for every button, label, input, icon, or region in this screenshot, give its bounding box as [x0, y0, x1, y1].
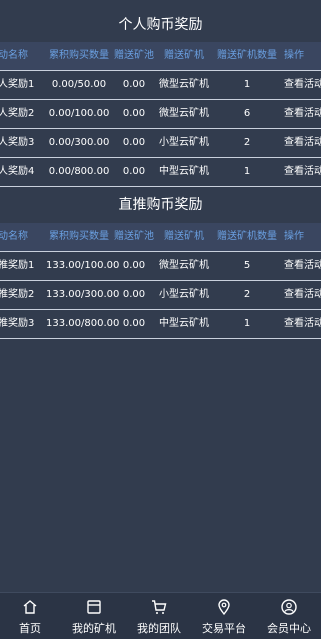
cumulative-amount: 0.00/100.00	[48, 108, 110, 119]
view-activity-link[interactable]: 查看活动	[282, 310, 321, 338]
miner-type: 中型云矿机	[159, 318, 209, 329]
view-activity-link[interactable]: 查看活动	[282, 252, 321, 280]
header-cumulative: 累积购买数量	[49, 50, 109, 61]
nav-member-center-label: 会员中心	[267, 622, 311, 635]
nav-my-miners-label: 我的矿机	[72, 622, 116, 635]
cumulative-amount: 133.00/800.00	[46, 318, 120, 329]
header-miner-count: 赠送矿机数量	[217, 231, 277, 242]
header-pool: 赠送矿池	[114, 50, 154, 61]
section-title-personal: 个人购币奖励	[118, 17, 203, 33]
location-icon	[218, 599, 230, 615]
nav-member-center[interactable]: 会员中心	[257, 593, 321, 639]
miner-type: 小型云矿机	[159, 289, 209, 300]
miner-count: 5	[243, 260, 251, 271]
activity-name: 个人奖励3	[0, 137, 35, 148]
referral-reward-table: 活动名称 累积购买数量 赠送矿池 赠送矿机 赠送矿机数量 操作 直推奖励1 13…	[0, 223, 321, 339]
miner-type: 中型云矿机	[159, 166, 209, 177]
activity-name: 直推奖励3	[0, 318, 35, 329]
activity-name: 直推奖励2	[0, 289, 35, 300]
cumulative-amount: 0.00/50.00	[51, 79, 107, 90]
store-icon	[87, 600, 101, 614]
miner-type: 微型云矿机	[159, 260, 209, 271]
personal-reward-table: 活动名称 累积购买数量 赠送矿池 赠送矿机 赠送矿机数量 操作 个人奖励1 0.…	[0, 42, 321, 187]
table-row: 个人奖励1 0.00/50.00 0.00 微型云矿机 1 查看活动	[0, 70, 321, 99]
pool-amount: 0.00	[122, 79, 146, 90]
header-miner-count: 赠送矿机数量	[217, 50, 277, 61]
pool-amount: 0.00	[122, 108, 146, 119]
activity-name: 直推奖励1	[0, 260, 35, 271]
pool-amount: 0.00	[122, 260, 146, 271]
header-activity-name: 活动名称	[0, 50, 28, 61]
view-activity-link[interactable]: 查看活动	[282, 281, 321, 309]
nav-my-team-label: 我的团队	[137, 622, 181, 635]
miner-type: 微型云矿机	[159, 79, 209, 90]
header-miner: 赠送矿机	[164, 50, 204, 61]
miner-count: 6	[243, 108, 251, 119]
miner-type: 小型云矿机	[159, 137, 209, 148]
pool-amount: 0.00	[122, 137, 146, 148]
cumulative-amount: 0.00/300.00	[48, 137, 110, 148]
header-pool: 赠送矿池	[114, 231, 154, 242]
cart-icon	[152, 600, 167, 614]
activity-name: 个人奖励2	[0, 108, 35, 119]
nav-my-miners[interactable]: 我的矿机	[62, 593, 126, 639]
pool-amount: 0.00	[122, 166, 146, 177]
miner-count: 2	[243, 137, 251, 148]
header-action: 操作	[284, 50, 304, 61]
table-header: 活动名称 累积购买数量 赠送矿池 赠送矿机 赠送矿机数量 操作	[0, 223, 321, 251]
cumulative-amount: 133.00/300.00	[46, 289, 120, 300]
table-row: 直推奖励1 133.00/100.00 0.00 微型云矿机 5 查看活动	[0, 251, 321, 280]
nav-home-label: 首页	[19, 622, 41, 635]
table-row: 个人奖励3 0.00/300.00 0.00 小型云矿机 2 查看活动	[0, 128, 321, 157]
nav-my-team[interactable]: 我的团队	[127, 593, 191, 639]
miner-type: 微型云矿机	[159, 108, 209, 119]
pool-amount: 0.00	[122, 318, 146, 329]
table-row: 个人奖励4 0.00/800.00 0.00 中型云矿机 1 查看活动	[0, 157, 321, 187]
table-row: 直推奖励2 133.00/300.00 0.00 小型云矿机 2 查看活动	[0, 280, 321, 309]
home-icon	[23, 600, 37, 614]
miner-count: 1	[243, 166, 251, 177]
nav-trade-platform-label: 交易平台	[202, 622, 246, 635]
user-icon	[281, 599, 297, 615]
view-activity-link[interactable]: 查看活动	[282, 158, 321, 186]
pool-amount: 0.00	[122, 289, 146, 300]
miner-count: 2	[243, 289, 251, 300]
table-row: 个人奖励2 0.00/100.00 0.00 微型云矿机 6 查看活动	[0, 99, 321, 128]
header-activity-name: 活动名称	[0, 231, 28, 242]
nav-home[interactable]: 首页	[0, 593, 62, 639]
view-activity-link[interactable]: 查看活动	[282, 129, 321, 157]
bottom-nav: 首页 我的矿机 我的团队 交易平台 会员中心	[0, 592, 321, 639]
header-action: 操作	[284, 231, 304, 242]
nav-trade-platform[interactable]: 交易平台	[192, 593, 256, 639]
view-activity-link[interactable]: 查看活动	[282, 71, 321, 99]
cumulative-amount: 0.00/800.00	[48, 166, 110, 177]
miner-count: 1	[243, 318, 251, 329]
header-cumulative: 累积购买数量	[49, 231, 109, 242]
view-activity-link[interactable]: 查看活动	[282, 100, 321, 128]
table-row: 直推奖励3 133.00/800.00 0.00 中型云矿机 1 查看活动	[0, 309, 321, 339]
activity-name: 个人奖励1	[0, 79, 35, 90]
header-miner: 赠送矿机	[164, 231, 204, 242]
table-header: 活动名称 累积购买数量 赠送矿池 赠送矿机 赠送矿机数量 操作	[0, 42, 321, 70]
activity-name: 个人奖励4	[0, 166, 35, 177]
miner-count: 1	[243, 79, 251, 90]
section-title-referral: 直推购币奖励	[118, 197, 203, 213]
cumulative-amount: 133.00/100.00	[46, 260, 120, 271]
